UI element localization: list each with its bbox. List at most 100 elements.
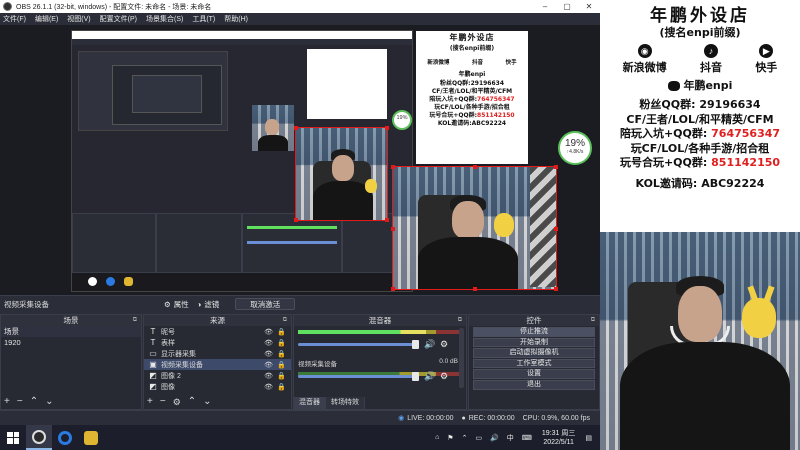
remove-icon[interactable]: − — [160, 397, 166, 407]
text-source-icon: T — [150, 327, 156, 336]
network-status-icon[interactable]: ▭ — [475, 434, 482, 442]
chevron-down-icon[interactable]: ⌄ — [45, 397, 53, 407]
lock-icon[interactable]: 🔒 — [277, 339, 286, 347]
float-icon[interactable]: ⧉ — [283, 315, 287, 326]
speaker-icon[interactable]: 🔊 — [424, 339, 435, 350]
rec-time: REC: 00:00:00 — [468, 414, 515, 422]
gear-icon[interactable]: ⚙ — [173, 397, 181, 407]
taskbar-browser[interactable] — [52, 425, 78, 450]
preview-canvas[interactable]: 年鹏外设店 (搜名enpi前缀) 新浪微博 抖音 快手 年鹏enpi 粉丝QQ群… — [0, 25, 600, 295]
status-bar: ◉ LIVE: 00:00:00 ● REC: 00:00:00 CPU: 0.… — [0, 410, 600, 425]
lock-icon[interactable]: 🔒 — [277, 372, 286, 380]
minimize-button[interactable]: – — [534, 0, 556, 13]
lock-icon[interactable]: 🔒 — [277, 361, 286, 369]
eye-icon[interactable]: 👁 — [264, 350, 273, 358]
selection-box-large — [391, 165, 558, 291]
add-icon[interactable]: + — [4, 397, 10, 407]
source-item-selected[interactable]: ▣ 视频采集设备 👁 🔒 — [144, 359, 291, 370]
group2-line: 玩号合玩+QQ群: 851142150 — [619, 156, 781, 169]
exit-button[interactable]: 退出 — [473, 379, 595, 390]
eye-icon[interactable]: 👁 — [264, 361, 273, 369]
cpu-status: CPU: 0.9%, 60.00 fps — [522, 414, 590, 422]
settings-button[interactable]: 设置 — [473, 369, 595, 379]
start-recording-button[interactable]: 开始录制 — [473, 337, 595, 348]
sources-title: 来源 — [210, 316, 225, 325]
menu-scene-collection[interactable]: 场景集合(S) — [146, 14, 183, 24]
controls-dock: 控件 ⧉ 停止推流 开始录制 启动虚拟摄像机 工作室模式 设置 退出 — [468, 314, 600, 410]
properties-button[interactable]: ⚙ 属性 — [160, 298, 193, 310]
lock-icon[interactable]: 🔒 — [277, 383, 286, 391]
stop-streaming-button[interactable]: 停止推流 — [473, 327, 595, 337]
source-item[interactable]: T 昵号 👁 🔒 — [144, 326, 291, 337]
source-item[interactable]: T 表样 👁 🔒 — [144, 337, 291, 348]
social-links: ◉ 新浪微博 ♪ 抖音 ▶ 快手 — [622, 44, 778, 74]
filters-button[interactable]: ◑ 滤镜 — [193, 298, 224, 310]
ime-indicator[interactable]: 中 — [507, 433, 514, 443]
chevron-up-icon[interactable]: ⌃ — [188, 397, 196, 407]
source-item[interactable]: ▭ 显示器采集 👁 🔒 — [144, 348, 291, 359]
tab-transitions[interactable]: 转场特效 — [326, 397, 365, 409]
chevron-down-icon[interactable]: ⌄ — [203, 397, 211, 407]
close-button[interactable]: ✕ — [578, 0, 600, 13]
scenes-dock: 场景 ⧉ 场景 1920 + − ⌃ ⌄ — [0, 314, 142, 410]
add-icon[interactable]: + — [147, 397, 153, 407]
eye-icon[interactable]: 👁 — [264, 328, 273, 336]
menu-help[interactable]: 帮助(H) — [224, 14, 248, 24]
float-icon[interactable]: ⧉ — [133, 315, 137, 326]
selected-source-name: 视频采集设备 — [4, 299, 49, 309]
owl-app-icon — [84, 430, 98, 445]
kol-line: KOL邀请码: ABC92224 — [635, 176, 765, 190]
tab-mixer[interactable]: 混音器 — [294, 397, 326, 409]
flag-icon[interactable]: ⚑ — [447, 434, 453, 442]
clock[interactable]: 19:31 周三 2022/5/11 — [542, 429, 575, 447]
controls-title: 控件 — [526, 316, 542, 325]
gear-icon[interactable]: ⚙ — [440, 339, 448, 350]
virtual-camera-button[interactable]: 启动虚拟摄像机 — [473, 348, 595, 358]
lock-icon[interactable]: 🔒 — [277, 350, 286, 358]
float-icon[interactable]: ⧉ — [591, 315, 595, 326]
chevron-up-icon[interactable]: ⌃ — [30, 397, 38, 407]
eye-icon[interactable]: 👁 — [264, 372, 273, 380]
volume-slider[interactable] — [298, 372, 419, 381]
keyboard-icon[interactable]: ⌨ — [522, 434, 532, 442]
taskbar-app[interactable] — [78, 425, 104, 450]
speaker-icon[interactable]: 🔊 — [490, 434, 499, 442]
obs-logo-icon — [3, 2, 12, 11]
scrollbar[interactable] — [459, 328, 464, 388]
overlay-image-preview[interactable]: 年鹏外设店 (搜名enpi前缀) 新浪微博 抖音 快手 年鹏enpi 粉丝QQ群… — [416, 31, 528, 164]
menu-tools[interactable]: 工具(T) — [192, 14, 215, 24]
menu-view[interactable]: 视图(V) — [67, 14, 90, 24]
remove-icon[interactable]: − — [17, 397, 23, 407]
studio-mode-button[interactable]: 工作室模式 — [473, 358, 595, 369]
menu-profile[interactable]: 配置文件(P) — [100, 14, 137, 24]
image-icon: ◩ — [149, 371, 157, 380]
menu-file[interactable]: 文件(F) — [3, 14, 26, 24]
deactivate-button[interactable]: 取消激活 — [235, 298, 296, 310]
chevron-up-icon[interactable]: ⌃ — [462, 434, 468, 442]
title-bar: OBS 26.1.1 (32-bit, windows) - 配置文件: 未命名… — [0, 0, 600, 13]
eye-icon[interactable]: 👁 — [264, 383, 273, 391]
network-icon[interactable]: ⌂ — [435, 434, 439, 441]
maximize-button[interactable]: ▢ — [556, 0, 578, 13]
taskbar-obs[interactable] — [26, 425, 52, 450]
speaker-icon[interactable]: 🔊 — [424, 371, 435, 382]
scenes-title: 场景 — [63, 316, 79, 325]
monitor-icon: ▭ — [149, 349, 157, 358]
source-item[interactable]: ◩ 图像 2 👁 🔒 — [144, 370, 291, 381]
eye-icon[interactable]: 👁 — [264, 339, 273, 347]
audio-meter — [298, 330, 462, 334]
start-button[interactable] — [0, 425, 26, 450]
source-item[interactable]: ◩ 图像 👁 🔒 — [144, 381, 291, 392]
menu-edit[interactable]: 编辑(E) — [35, 14, 58, 24]
mixer-channel: 🔊 ⚙ — [294, 326, 466, 354]
scene-item[interactable]: 场景 — [1, 326, 141, 337]
source-toolbar: 视频采集设备 ⚙ 属性 ◑ 滤镜 取消激活 — [0, 295, 600, 312]
group1-line: 陪玩入坑+QQ群: 764756347 — [619, 127, 781, 140]
browser-icon — [58, 430, 72, 445]
lock-icon[interactable]: 🔒 — [277, 328, 286, 336]
scene-item[interactable]: 1920 — [1, 337, 141, 348]
float-icon[interactable]: ⧉ — [458, 315, 462, 326]
notification-icon[interactable]: ▤ — [585, 434, 592, 442]
volume-slider[interactable] — [298, 340, 419, 349]
gear-icon[interactable]: ⚙ — [440, 371, 448, 382]
